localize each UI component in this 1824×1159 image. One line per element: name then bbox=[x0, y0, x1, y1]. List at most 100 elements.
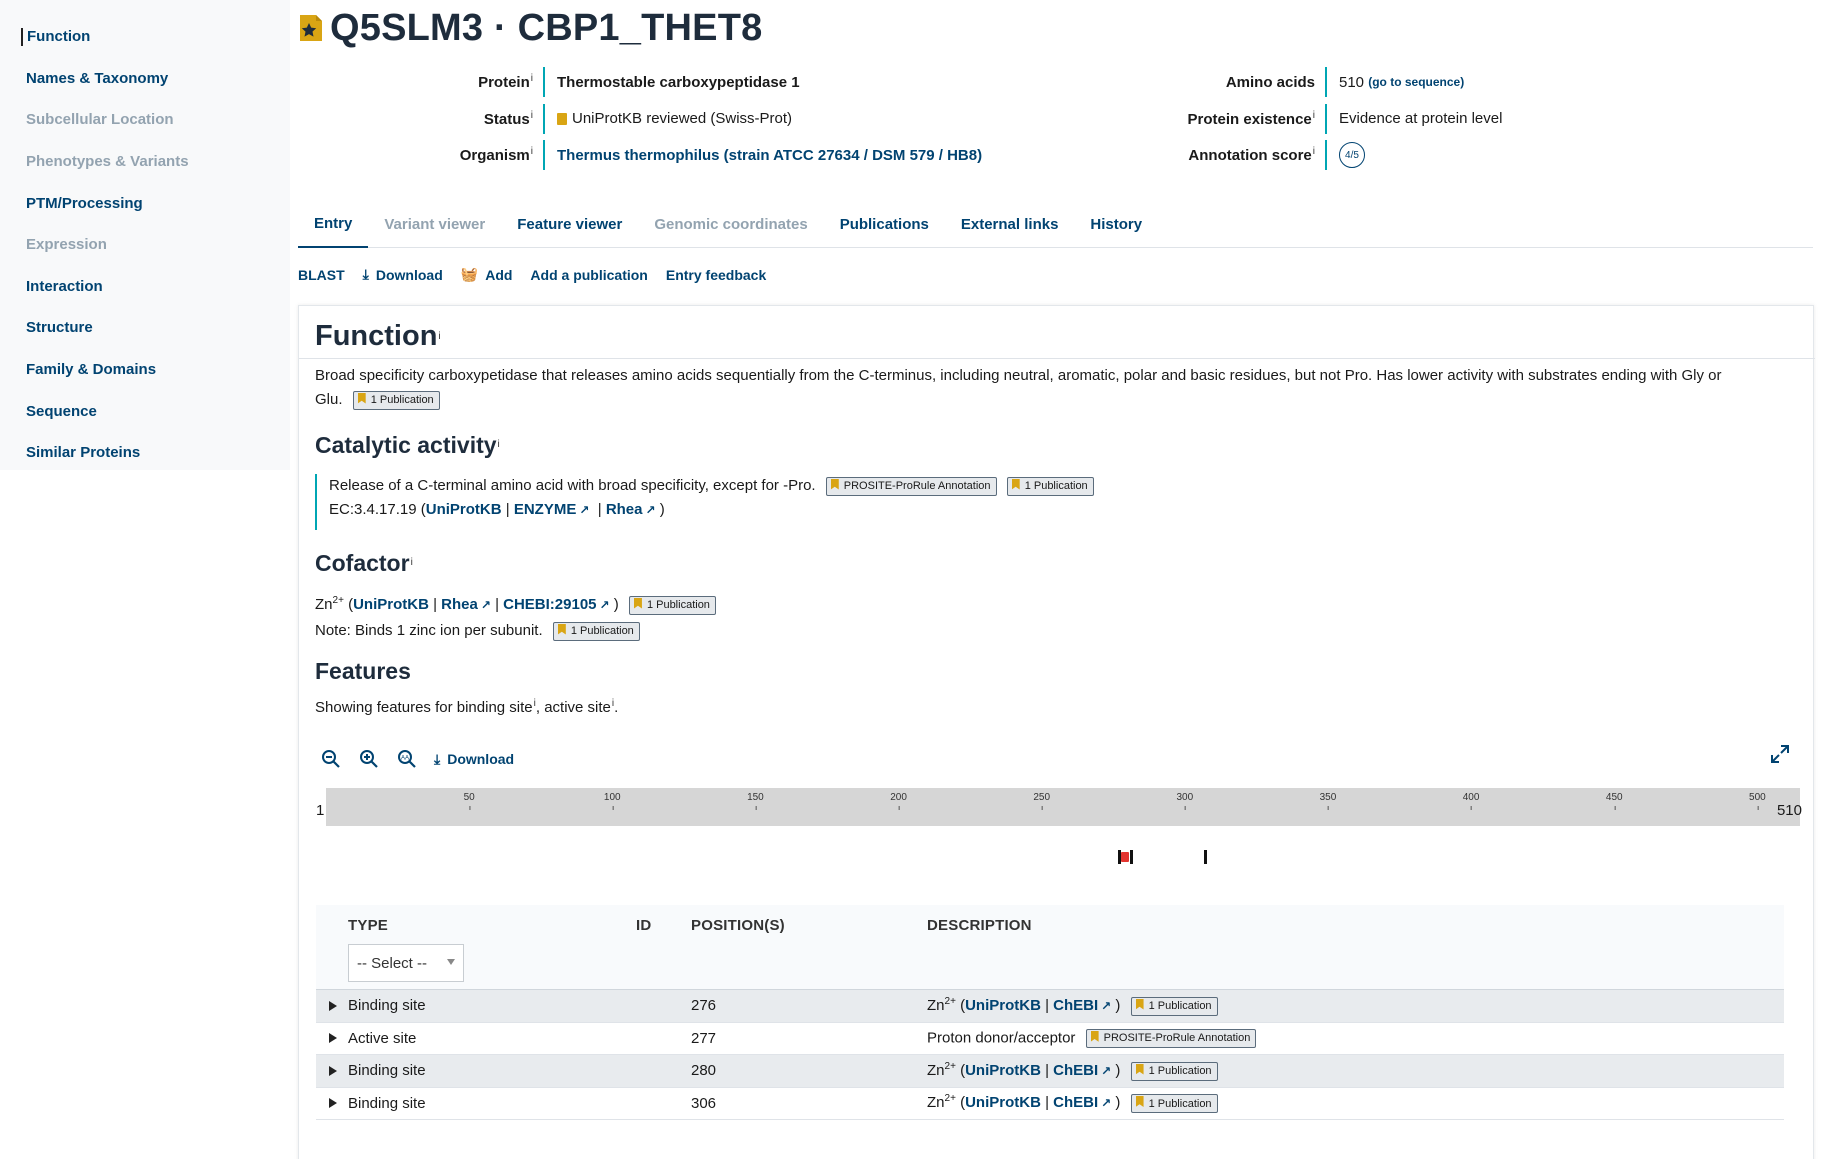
divider bbox=[299, 358, 1815, 359]
amino-acids-label: Amino acids bbox=[1225, 73, 1315, 91]
active-site-marker[interactable] bbox=[1121, 852, 1130, 862]
expand-row-icon[interactable] bbox=[329, 1065, 337, 1076]
zoom-out-icon[interactable] bbox=[320, 748, 342, 770]
sidebar-item-sequence[interactable]: Sequence bbox=[0, 390, 290, 432]
rhea-link[interactable]: Rhea bbox=[441, 596, 478, 613]
protein-label: Protein bbox=[478, 74, 530, 92]
download-icon: ⤓ bbox=[362, 266, 369, 282]
go-to-sequence-link[interactable]: (go to sequence) bbox=[1368, 75, 1464, 89]
sequence-track[interactable]: 1 510 50 100 150 200 250 300 350 400 450 500 bbox=[316, 788, 1802, 826]
sidebar-item-structure[interactable]: Structure bbox=[0, 307, 290, 349]
status-value: UniProtKB reviewed (Swiss-Prot) bbox=[572, 110, 793, 128]
evidence-tag[interactable]: 1 Publication bbox=[1130, 1061, 1218, 1081]
external-link-icon: ↗ bbox=[1101, 1063, 1112, 1078]
info-icon[interactable]: i bbox=[1313, 146, 1315, 157]
feature-position: 277 bbox=[691, 1029, 717, 1047]
feature-position: 306 bbox=[691, 1094, 717, 1112]
add-button[interactable]: 🧺 Add bbox=[461, 266, 513, 283]
entry-feedback-button[interactable]: Entry feedback bbox=[666, 266, 766, 283]
bookmark-icon bbox=[1011, 478, 1020, 490]
info-icon[interactable]: i bbox=[531, 110, 533, 121]
info-icon[interactable]: i bbox=[438, 331, 440, 342]
chebi-link[interactable]: CHEBI:29105 bbox=[503, 596, 596, 613]
fullscreen-icon[interactable] bbox=[1770, 744, 1790, 764]
ruler-tick: 500 bbox=[1749, 792, 1766, 810]
feature-download-button[interactable]: ⤓ Download bbox=[434, 751, 514, 768]
evidence-tag[interactable]: PROSITE-ProRule Annotation bbox=[1085, 1028, 1257, 1048]
feature-position: 276 bbox=[691, 997, 717, 1015]
ruler-tick: 200 bbox=[890, 792, 907, 810]
publication-tag[interactable]: 1 Publication bbox=[628, 595, 716, 615]
bookmark-icon bbox=[1135, 1096, 1144, 1108]
zoom-to-sequence-icon[interactable]: AA bbox=[396, 748, 418, 770]
expand-row-icon[interactable] bbox=[329, 1000, 337, 1011]
features-filter-text: Showing features for binding sitei, acti… bbox=[315, 698, 619, 716]
tab-publications[interactable]: Publications bbox=[824, 200, 945, 248]
sidebar-item-family-domains[interactable]: Family & Domains bbox=[0, 349, 290, 391]
organism-link[interactable]: Thermus thermophilus (strain ATCC 27634 … bbox=[557, 147, 982, 164]
evidence-tag[interactable]: 1 Publication bbox=[1130, 1094, 1218, 1114]
sequence-end-label: 510 bbox=[1776, 802, 1802, 819]
download-button[interactable]: ⤓ Download bbox=[363, 266, 443, 283]
chebi-link[interactable]: ChEBI bbox=[1053, 1062, 1098, 1079]
expand-row-icon[interactable] bbox=[329, 1033, 337, 1044]
tab-entry[interactable]: Entry bbox=[298, 200, 369, 248]
organism-row: Organismi Thermus thermophilus (strain A… bbox=[400, 137, 982, 174]
chebi-link[interactable]: ChEBI bbox=[1053, 997, 1098, 1014]
info-icon[interactable]: i bbox=[498, 439, 500, 450]
uniprotkb-link[interactable]: UniProtKB bbox=[965, 997, 1041, 1014]
evidence-tag[interactable]: 1 Publication bbox=[1130, 996, 1218, 1016]
uniprotkb-link[interactable]: UniProtKB bbox=[965, 1094, 1041, 1111]
external-link-icon: ↗ bbox=[645, 503, 656, 517]
expand-row-icon[interactable] bbox=[329, 1098, 337, 1109]
uniprotkb-link[interactable]: UniProtKB bbox=[965, 1062, 1041, 1079]
catalytic-activity-heading: Catalytic activityi bbox=[315, 432, 500, 458]
blast-button[interactable]: BLAST bbox=[298, 266, 345, 283]
publication-tag[interactable]: 1 Publication bbox=[352, 390, 440, 410]
add-publication-button[interactable]: Add a publication bbox=[530, 266, 647, 283]
table-row[interactable]: Binding site 306 Zn2+ (UniProtKB | ChEBI… bbox=[316, 1088, 1784, 1120]
tab-variant-viewer: Variant viewer bbox=[384, 215, 486, 233]
publication-tag[interactable]: 1 Publication bbox=[552, 621, 640, 641]
table-row[interactable]: Binding site 276 Zn2+ (UniProtKB | ChEBI… bbox=[316, 990, 1784, 1023]
tab-feature-viewer[interactable]: Feature viewer bbox=[501, 200, 638, 248]
ruler-tick: 250 bbox=[1033, 792, 1051, 810]
table-row[interactable]: Active site 277 Proton donor/acceptor PR… bbox=[316, 1023, 1784, 1055]
protein-name: Thermostable carboxypeptidase 1 bbox=[543, 67, 800, 98]
sidebar-item-function[interactable]: Function bbox=[0, 16, 290, 58]
info-icon[interactable]: i bbox=[531, 73, 533, 84]
uniprotkb-link[interactable]: UniProtKB bbox=[426, 501, 502, 518]
sidebar-item-ptm-processing[interactable]: PTM/Processing bbox=[0, 182, 290, 224]
info-icon[interactable]: i bbox=[1313, 110, 1315, 121]
features-heading: Features bbox=[315, 658, 411, 684]
type-filter-select[interactable]: -- Select -- bbox=[348, 944, 464, 982]
annotation-score-badge: 4/5 bbox=[1339, 142, 1365, 169]
tab-history[interactable]: History bbox=[1074, 200, 1158, 248]
ruler-tick: 100 bbox=[603, 792, 621, 810]
entry-meta-right: Amino acids 510 (go to sequence) Protein… bbox=[1140, 64, 1502, 174]
download-icon: ⤓ bbox=[434, 750, 441, 767]
rhea-link[interactable]: Rhea bbox=[606, 501, 643, 518]
bookmark-icon bbox=[1135, 1063, 1144, 1075]
publication-tag[interactable]: 1 Publication bbox=[1006, 476, 1094, 496]
chebi-link[interactable]: ChEBI bbox=[1053, 1094, 1098, 1111]
sequence-start-label: 1 bbox=[316, 802, 325, 819]
prosite-tag[interactable]: PROSITE-ProRule Annotation bbox=[825, 476, 997, 496]
amino-acids-row: Amino acids 510 (go to sequence) bbox=[1140, 64, 1502, 101]
protein-existence-label: Protein existence bbox=[1187, 110, 1312, 128]
amino-acids-value: 510 bbox=[1339, 73, 1365, 91]
binding-site-marker[interactable] bbox=[1129, 850, 1133, 864]
feature-description: Zn2+ (UniProtKB | ChEBI ↗ ) 1 Publication bbox=[927, 1093, 1218, 1114]
info-icon[interactable]: i bbox=[411, 557, 413, 568]
info-icon[interactable]: i bbox=[531, 146, 533, 157]
zoom-in-icon[interactable] bbox=[358, 748, 380, 770]
table-row[interactable]: Binding site 280 Zn2+ (UniProtKB | ChEBI… bbox=[316, 1055, 1784, 1088]
sidebar-item-names-taxonomy[interactable]: Names & Taxonomy bbox=[0, 58, 290, 100]
uniprotkb-link[interactable]: UniProtKB bbox=[353, 596, 429, 613]
enzyme-link[interactable]: ENZYME bbox=[514, 501, 577, 518]
sidebar-item-expression: Expression bbox=[26, 236, 107, 254]
sidebar-item-similar-proteins[interactable]: Similar Proteins bbox=[0, 432, 290, 474]
tab-external-links[interactable]: External links bbox=[945, 200, 1075, 248]
sidebar-item-interaction[interactable]: Interaction bbox=[0, 266, 290, 308]
binding-site-marker[interactable] bbox=[1204, 850, 1208, 864]
